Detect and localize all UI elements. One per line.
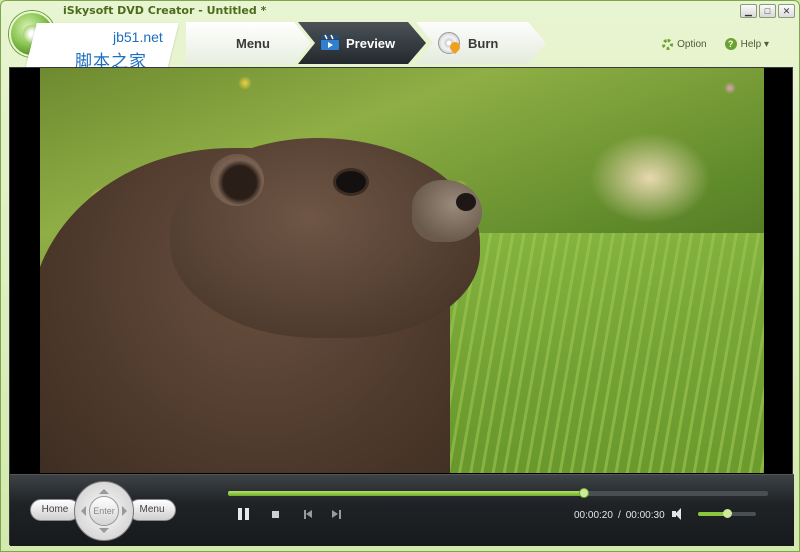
minimize-button[interactable]: ▁ xyxy=(740,4,757,18)
seek-handle[interactable] xyxy=(579,488,590,498)
video-preview[interactable] xyxy=(40,68,764,473)
maximize-button[interactable]: □ xyxy=(759,4,776,18)
volume-icon[interactable] xyxy=(672,508,686,520)
seek-bar-fill xyxy=(228,491,585,496)
help-button[interactable]: ? Help ▾ xyxy=(724,38,769,50)
nav-down-icon[interactable] xyxy=(99,528,109,538)
home-button[interactable]: Home xyxy=(30,499,80,521)
nav-up-icon[interactable] xyxy=(99,484,109,494)
current-time: 00:00:20 xyxy=(574,510,613,521)
option-label: Option xyxy=(677,38,707,50)
option-button[interactable]: Option xyxy=(662,38,707,50)
time-separator: / xyxy=(617,510,621,521)
close-button[interactable]: ✕ xyxy=(778,4,795,18)
tab-burn-label: Burn xyxy=(468,35,499,51)
total-time: 00:00:30 xyxy=(625,510,665,521)
top-right-links: Option ? Help ▾ xyxy=(662,38,769,50)
gear-icon xyxy=(662,38,674,50)
step-tabs: Menu Preview Burn xyxy=(186,22,546,64)
dvd-navigation-pad[interactable]: Enter xyxy=(74,481,134,541)
volume-slider[interactable] xyxy=(698,509,756,518)
video-marmot-eye xyxy=(336,171,366,193)
next-chapter-icon[interactable] xyxy=(332,510,341,519)
player-controls: Home Menu Enter 00:00:20 / 00:00:30 xyxy=(10,474,794,546)
tab-burn[interactable]: Burn xyxy=(416,22,546,64)
preview-player: Home Menu Enter 00:00:20 / 00:00:30 xyxy=(9,67,794,546)
nav-left-icon[interactable] xyxy=(76,506,86,516)
tab-menu-label: Menu xyxy=(236,35,270,51)
seek-bar[interactable] xyxy=(228,488,768,498)
video-marmot-snout xyxy=(412,180,482,242)
previous-chapter-icon[interactable] xyxy=(304,510,313,519)
tab-menu[interactable]: Menu xyxy=(186,22,311,64)
pause-icon[interactable] xyxy=(238,508,250,520)
window-title: iSkysoft DVD Creator - Untitled * xyxy=(63,4,267,17)
app-window: iSkysoft DVD Creator - Untitled * ▁ □ ✕ … xyxy=(0,0,800,552)
video-marmot-ear xyxy=(210,154,264,206)
clapperboard-icon xyxy=(321,34,339,50)
enter-button[interactable]: Enter xyxy=(89,496,119,526)
watermark-text: jb51.net xyxy=(113,29,163,45)
tab-preview-label: Preview xyxy=(346,35,396,51)
help-label: Help ▾ xyxy=(740,38,769,50)
volume-handle[interactable] xyxy=(723,509,732,518)
time-display: 00:00:20 / 00:00:30 xyxy=(574,510,665,521)
title-bar: iSkysoft DVD Creator - Untitled * ▁ □ ✕ xyxy=(1,1,799,21)
menu-button[interactable]: Menu xyxy=(128,499,176,521)
nav-right-icon[interactable] xyxy=(122,506,132,516)
video-marmot-nose xyxy=(456,193,476,211)
help-icon: ? xyxy=(724,38,737,50)
window-controls: ▁ □ ✕ xyxy=(740,4,795,18)
stop-icon[interactable] xyxy=(272,511,279,518)
tab-preview[interactable]: Preview xyxy=(298,22,426,64)
